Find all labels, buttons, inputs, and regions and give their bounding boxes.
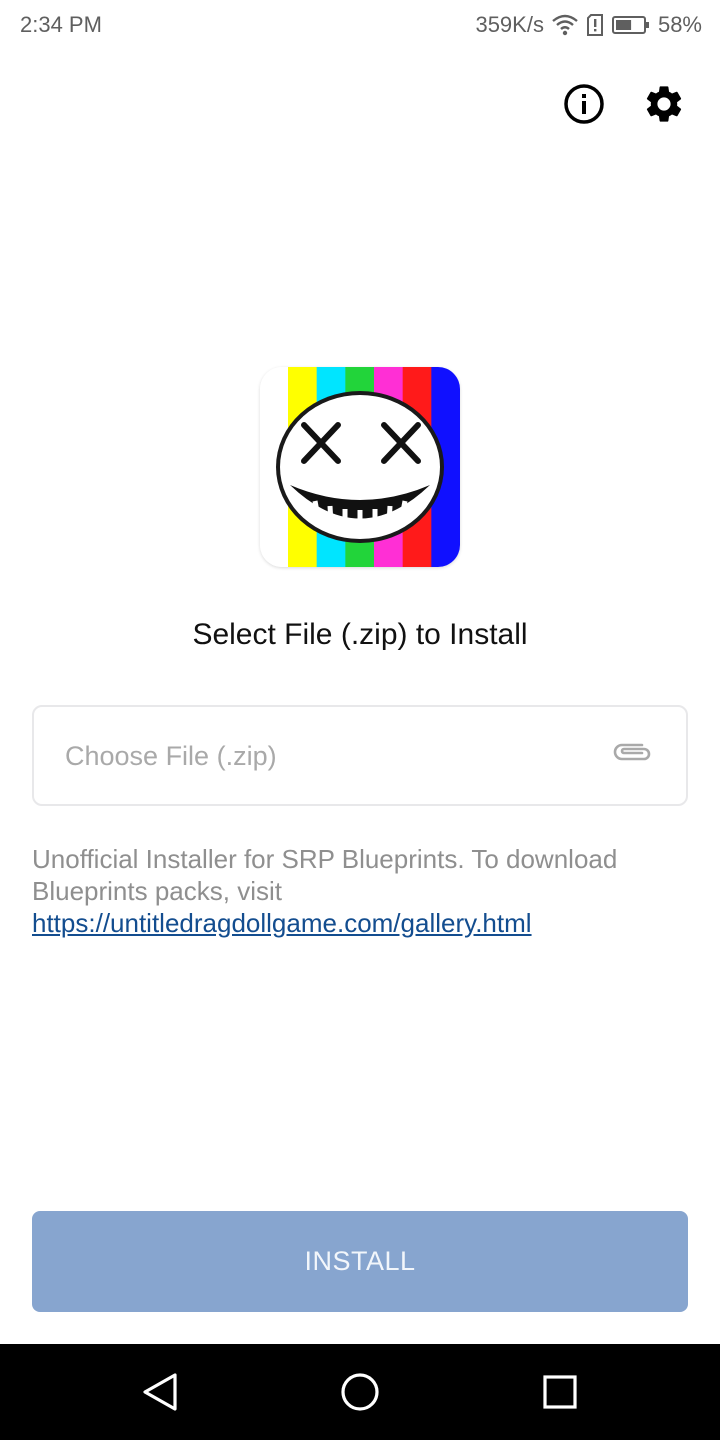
info-icon <box>564 84 604 124</box>
recents-button[interactable] <box>538 1370 582 1414</box>
status-bar: 2:34 PM 359K/s 58% <box>0 0 720 50</box>
info-button[interactable] <box>560 80 608 128</box>
back-button[interactable] <box>138 1370 182 1414</box>
settings-gear-icon <box>646 86 682 122</box>
status-time: 2:34 PM <box>20 12 102 37</box>
gallery-link[interactable]: https://untitledragdollgame.com/gallery.… <box>32 908 532 938</box>
sim-alert-icon <box>586 14 604 36</box>
page-title: Select File (.zip) to Install <box>192 618 528 651</box>
wifi-icon <box>552 14 578 36</box>
app-logo <box>260 367 460 567</box>
status-right-cluster: 359K/s 58% <box>475 12 702 38</box>
info-description: Unofficial Installer for SRP Blueprints.… <box>32 843 688 939</box>
choose-file-field[interactable]: Choose File (.zip) <box>32 705 688 806</box>
recents-icon <box>543 1375 577 1409</box>
home-icon <box>341 1373 379 1411</box>
system-nav-bar <box>0 1344 720 1440</box>
paperclip-icon[interactable] <box>612 739 654 770</box>
network-speed: 359K/s <box>475 12 544 37</box>
info-text: Unofficial Installer for SRP Blueprints.… <box>32 844 618 906</box>
settings-button[interactable] <box>640 80 688 128</box>
battery-percent: 58% <box>657 12 702 37</box>
home-button[interactable] <box>338 1370 382 1414</box>
back-icon <box>143 1373 177 1411</box>
battery-icon <box>611 15 650 35</box>
file-field-placeholder: Choose File (.zip) <box>65 741 277 771</box>
install-button[interactable]: INSTALL <box>32 1211 688 1312</box>
